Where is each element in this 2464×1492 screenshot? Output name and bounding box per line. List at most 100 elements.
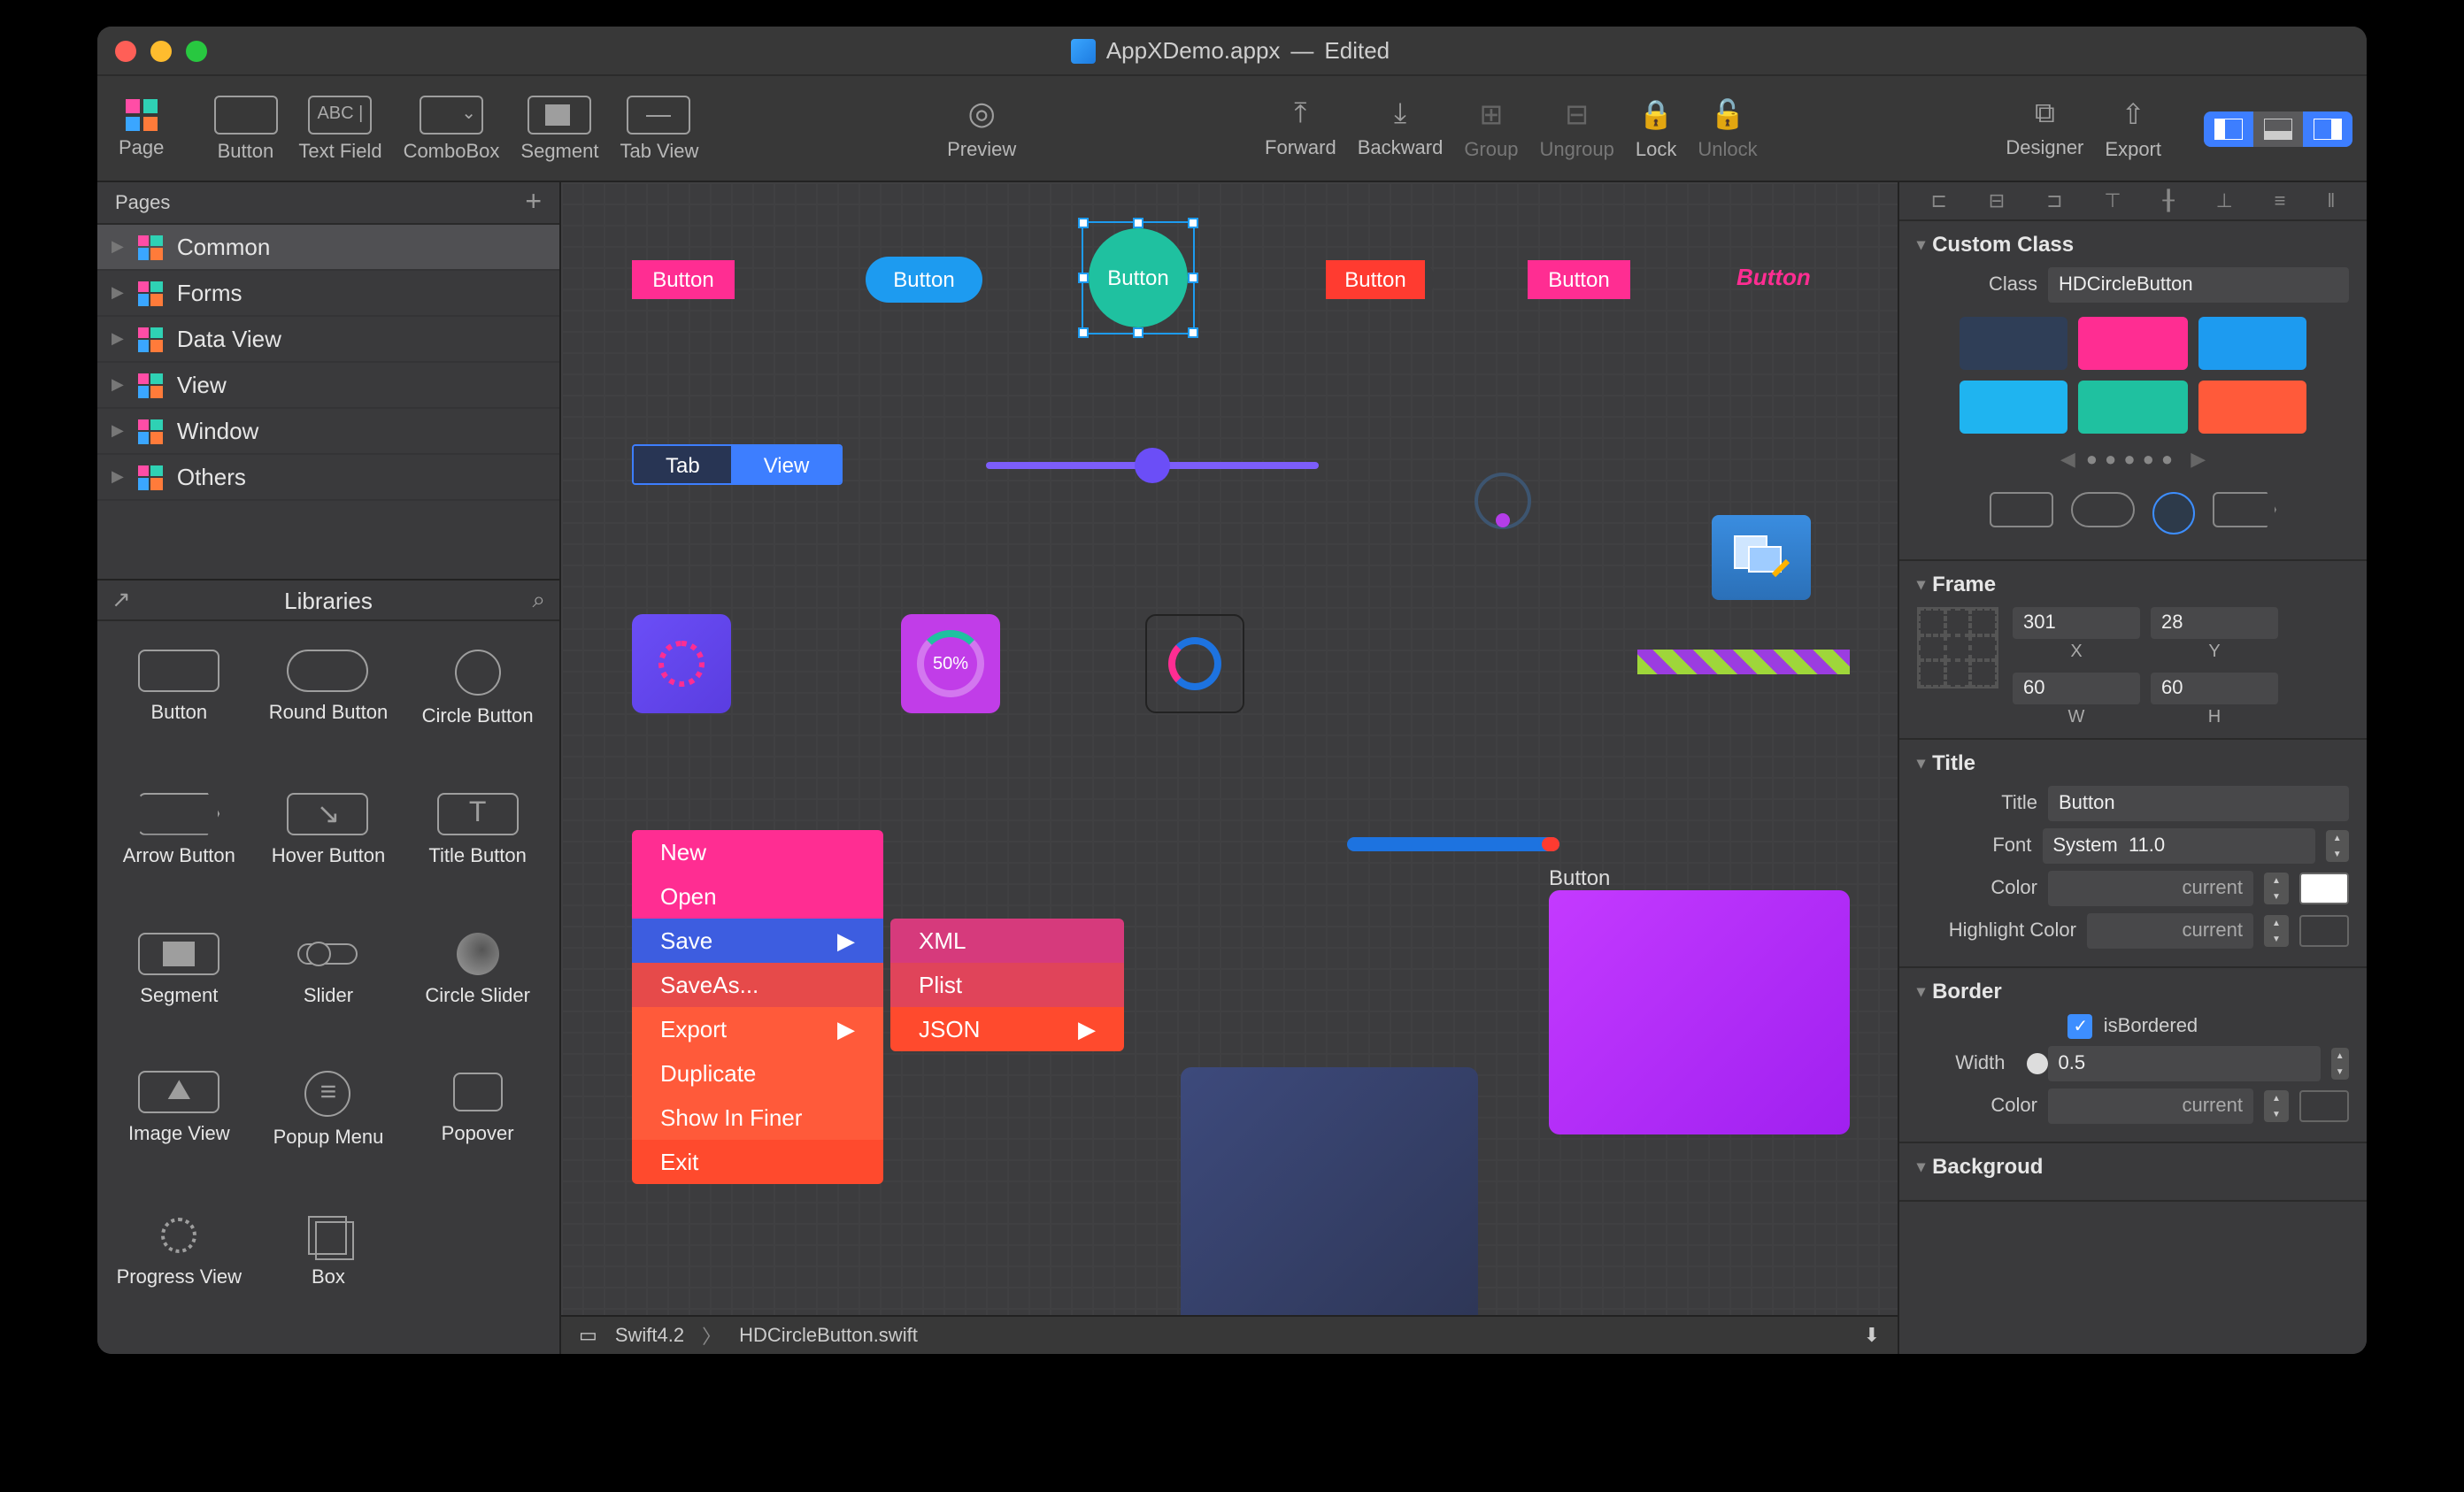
canvas-ring[interactable]: [1145, 614, 1244, 713]
swatches-prev[interactable]: ◀: [2060, 448, 2075, 471]
menu-duplicate[interactable]: Duplicate: [632, 1051, 883, 1096]
lib-hover-button[interactable]: ↘Hover Button: [254, 779, 404, 919]
frame-y[interactable]: [2151, 607, 2278, 639]
swatches-next[interactable]: ▶: [2191, 448, 2206, 471]
canvas-progress-ring[interactable]: 50%: [901, 614, 1000, 713]
swatch-5[interactable]: [2079, 381, 2188, 434]
shape-rect[interactable]: [1990, 492, 2053, 527]
tb-lock[interactable]: 🔒Lock: [1629, 96, 1684, 160]
crumb-file[interactable]: HDCircleButton.swift: [739, 1325, 918, 1346]
highlight-stepper[interactable]: ▲▼: [2264, 915, 2289, 947]
origin-picker[interactable]: [1917, 607, 1998, 688]
tb-group[interactable]: ⊞Group: [1457, 96, 1525, 160]
tb-combobox[interactable]: ⌄ComboBox: [397, 95, 507, 162]
tb-segment[interactable]: Segment: [513, 95, 605, 162]
swatch-3[interactable]: [2198, 317, 2306, 370]
submenu-xml[interactable]: XML: [890, 919, 1124, 963]
class-input[interactable]: [2048, 267, 2349, 303]
page-row-forms[interactable]: ▶Forms: [97, 271, 559, 317]
menu-new[interactable]: New: [632, 830, 883, 874]
frame-w[interactable]: [2013, 673, 2140, 704]
download-icon[interactable]: ⬇: [1864, 1324, 1880, 1347]
tb-preview[interactable]: ◎Preview: [940, 96, 1023, 161]
swatch-4[interactable]: [1960, 381, 2068, 434]
tb-backward[interactable]: ⤓Backward: [1351, 98, 1451, 158]
lib-round-button[interactable]: Round Button: [254, 635, 404, 779]
panel-left[interactable]: [2204, 111, 2253, 146]
canvas-gradient-box[interactable]: [1549, 890, 1850, 1134]
canvas-progress-bar[interactable]: [1347, 837, 1559, 851]
align-top[interactable]: ⊤: [2104, 189, 2121, 212]
zoom-button[interactable]: [186, 40, 207, 61]
dist-v[interactable]: ‖: [2327, 190, 2335, 211]
title-color-stepper[interactable]: ▲▼: [2264, 873, 2289, 904]
submenu-json[interactable]: JSON▶: [890, 1007, 1124, 1051]
title-colorwell[interactable]: [2299, 873, 2349, 904]
menu-open[interactable]: Open: [632, 874, 883, 919]
canvas-submenu[interactable]: XML Plist JSON▶: [890, 919, 1124, 1051]
canvas-circle-slider[interactable]: [1475, 473, 1531, 529]
panel-bottom[interactable]: [2253, 111, 2303, 146]
submenu-plist[interactable]: Plist: [890, 963, 1124, 1007]
lib-box[interactable]: Box: [254, 1200, 404, 1340]
lib-popover[interactable]: Popover: [403, 1057, 552, 1201]
lib-circle-slider[interactable]: Circle Slider: [403, 918, 552, 1057]
title-color-combo[interactable]: current: [2048, 871, 2253, 906]
panel-right[interactable]: [2303, 111, 2352, 146]
border-color-stepper[interactable]: ▲▼: [2264, 1090, 2289, 1122]
search-icon[interactable]: ⌕: [532, 586, 545, 614]
page-row-view[interactable]: ▶View: [97, 363, 559, 409]
tb-page[interactable]: Page: [112, 98, 171, 158]
menu-export[interactable]: Export▶: [632, 1007, 883, 1051]
tb-unlock[interactable]: 🔓Unlock: [1690, 96, 1764, 160]
swatch-2[interactable]: [2079, 317, 2188, 370]
border-colorwell[interactable]: [2299, 1090, 2349, 1122]
border-color-combo[interactable]: current: [2048, 1088, 2253, 1124]
border-width-input[interactable]: [2048, 1046, 2321, 1081]
align-vcenter[interactable]: ╂: [2162, 189, 2174, 212]
close-button[interactable]: [115, 40, 136, 61]
canvas-popup-menu[interactable]: New Open Save▶ SaveAs... Export▶ Duplica…: [632, 830, 883, 1184]
border-width-stepper[interactable]: ▲▼: [2331, 1048, 2350, 1080]
swatch-1[interactable]: [1960, 317, 2068, 370]
title-input[interactable]: [2048, 786, 2349, 821]
tb-export[interactable]: ⇧Export: [2098, 96, 2168, 160]
tb-textfield[interactable]: ABC |Text Field: [291, 95, 389, 162]
lib-popup-menu[interactable]: ≡Popup Menu: [254, 1057, 404, 1201]
lib-slider[interactable]: Slider: [254, 918, 404, 1057]
canvas-barber[interactable]: [1637, 650, 1850, 674]
menu-saveas[interactable]: SaveAs...: [632, 963, 883, 1007]
menu-exit[interactable]: Exit: [632, 1140, 883, 1184]
shape-circle-selected[interactable]: [2152, 492, 2195, 535]
popout-icon[interactable]: ↗: [112, 586, 131, 614]
page-row-window[interactable]: ▶Window: [97, 409, 559, 455]
design-canvas[interactable]: Button Button Button Button Button Butto…: [561, 182, 1898, 1315]
canvas-button-circle-selected[interactable]: Button: [1089, 228, 1188, 327]
font-stepper[interactable]: ▲▼: [2325, 830, 2349, 862]
frame-h[interactable]: [2151, 673, 2278, 704]
shape-pill[interactable]: [2071, 492, 2135, 527]
tab-tab[interactable]: Tab: [634, 446, 732, 483]
titlebar[interactable]: AppXDemo.appx — Edited: [97, 27, 2367, 76]
shape-arrow[interactable]: [2213, 492, 2276, 527]
lib-title-button[interactable]: TTitle Button: [403, 779, 552, 919]
canvas-button-italic[interactable]: Button: [1736, 264, 1811, 290]
align-hcenter[interactable]: ⊟: [1989, 189, 2005, 212]
menu-save[interactable]: Save▶: [632, 919, 883, 963]
tb-forward[interactable]: ⤒Forward: [1258, 98, 1344, 158]
crumb-lang[interactable]: Swift4.2: [615, 1325, 684, 1346]
lib-progress-view[interactable]: Progress View: [104, 1200, 254, 1340]
tb-tabview[interactable]: Tab View: [612, 95, 705, 162]
align-left[interactable]: ⊏: [1930, 189, 1946, 212]
canvas-loader[interactable]: [632, 614, 731, 713]
lib-segment[interactable]: Segment: [104, 918, 254, 1057]
lib-button[interactable]: Button: [104, 635, 254, 779]
tb-button[interactable]: Button: [206, 95, 284, 162]
canvas-image-view[interactable]: [1712, 515, 1811, 600]
tb-ungroup[interactable]: ⊟Ungroup: [1532, 96, 1621, 160]
tab-view[interactable]: View: [732, 446, 842, 483]
panel-toggle[interactable]: [2204, 111, 2352, 146]
swatch-6[interactable]: [2198, 381, 2306, 434]
canvas-button-pink[interactable]: Button: [632, 260, 735, 299]
page-row-dataview[interactable]: ▶Data View: [97, 317, 559, 363]
